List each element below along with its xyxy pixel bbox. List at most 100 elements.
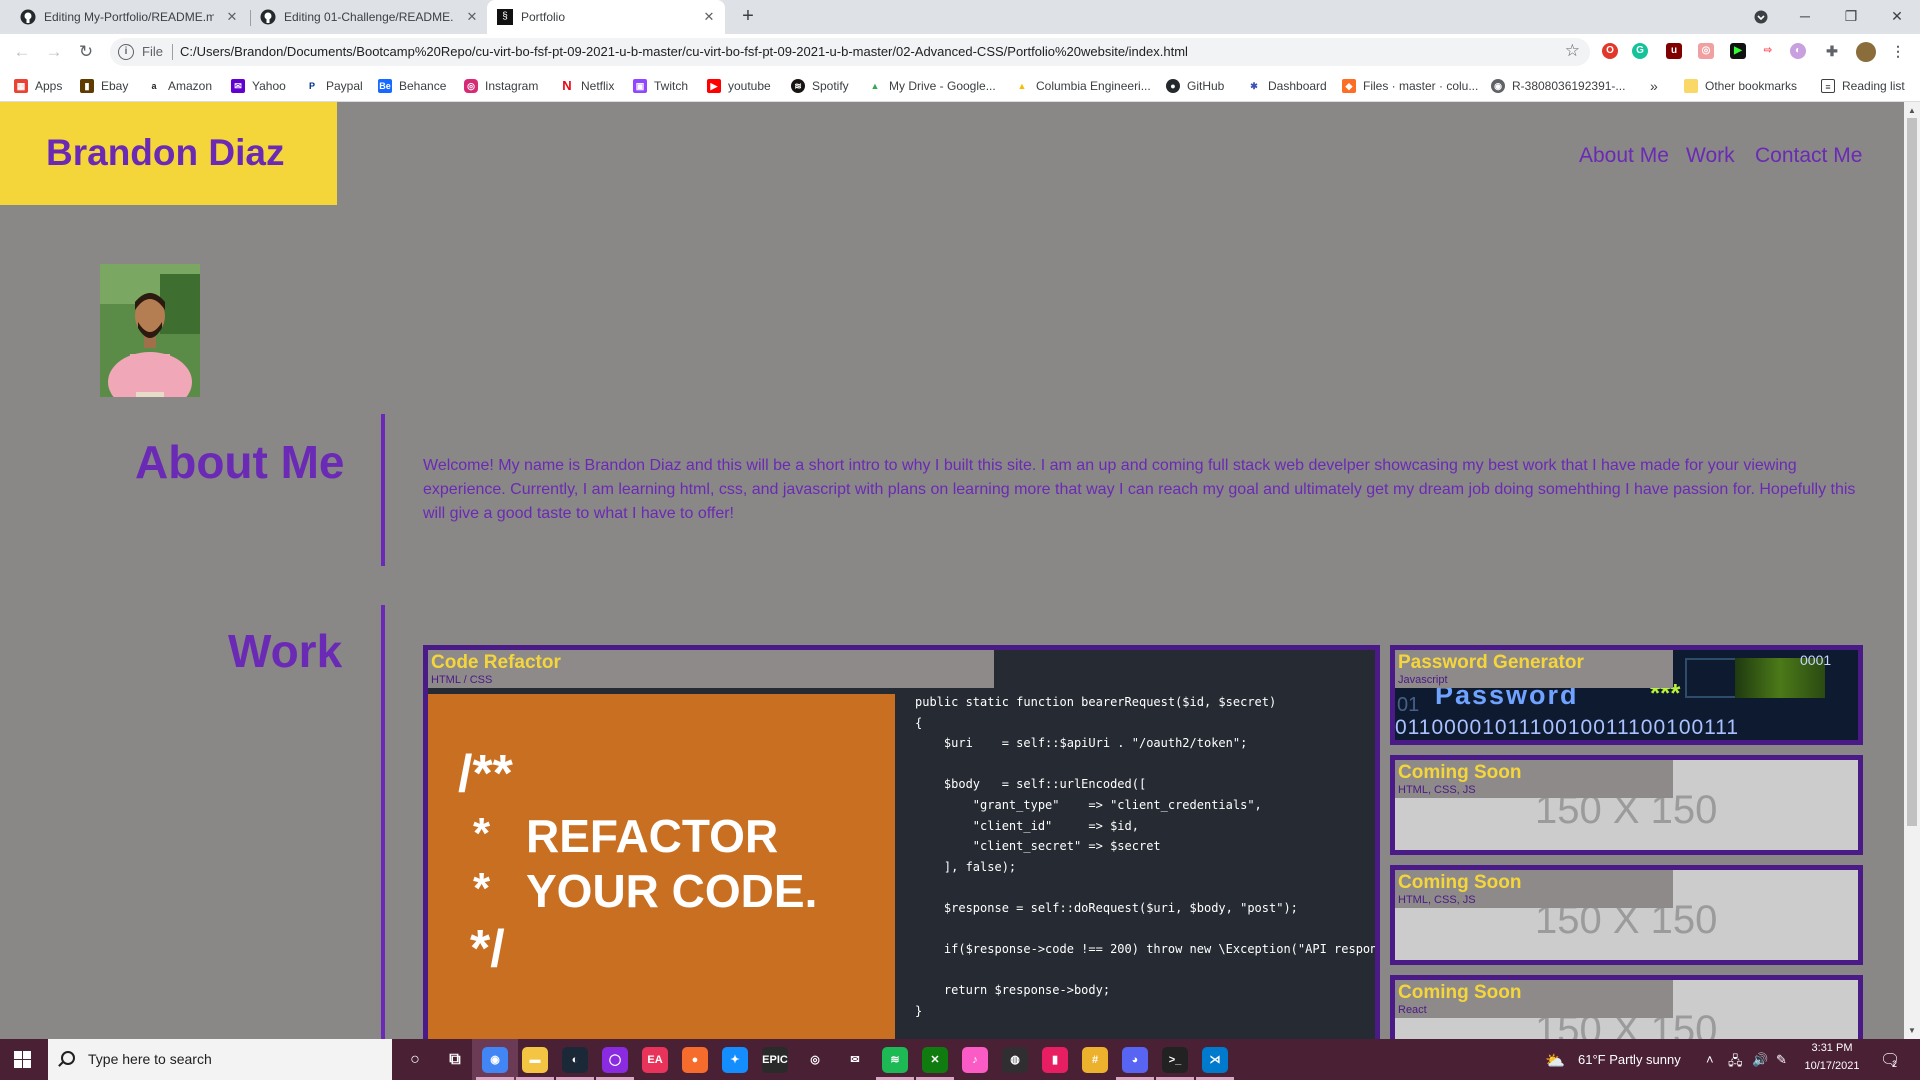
yahoo-icon: ✉ bbox=[231, 79, 245, 93]
card-caption: Coming Soon HTML, CSS, JS bbox=[1395, 760, 1673, 798]
extension-icon[interactable]: ◐ bbox=[1790, 43, 1806, 59]
ublock-extension-icon[interactable]: u bbox=[1666, 43, 1682, 59]
restore-button[interactable]: ❐ bbox=[1828, 0, 1874, 34]
task-view-icon[interactable]: ⧉ bbox=[442, 1047, 468, 1073]
close-icon[interactable]: ✕ bbox=[224, 9, 240, 25]
bookmark-dashboard[interactable]: ✱ Dashboard bbox=[1247, 78, 1327, 94]
bookmark-instagram[interactable]: ◎ Instagram bbox=[464, 78, 538, 94]
cast-extension-icon[interactable]: ⇨ bbox=[1760, 43, 1776, 59]
tab-search-button[interactable] bbox=[1738, 0, 1784, 34]
bookmark-ebay[interactable]: ▮ Ebay bbox=[80, 78, 128, 94]
url-text[interactable]: C:/Users/Brandon/Documents/Bootcamp%20Re… bbox=[180, 44, 1188, 59]
app-ring-icon[interactable]: ◯ bbox=[602, 1047, 628, 1073]
cortana-icon[interactable]: ○ bbox=[402, 1047, 428, 1073]
card-subtitle: Javascript bbox=[1398, 674, 1448, 686]
itunes-icon[interactable]: ♪ bbox=[962, 1047, 988, 1073]
chevron-up-icon[interactable]: ˄ bbox=[1706, 1052, 1714, 1067]
bookmark-gitlab-files[interactable]: ◆ Files · master · colu... bbox=[1342, 78, 1478, 94]
tab-readme-portfolio[interactable]: Editing My-Portfolio/README.m ✕ bbox=[10, 0, 248, 34]
close-window-button[interactable]: ✕ bbox=[1874, 0, 1920, 34]
bookmark-amazon[interactable]: a Amazon bbox=[147, 78, 212, 94]
page-scrollbar[interactable]: ▲ ▼ bbox=[1904, 102, 1920, 1039]
brand-name[interactable]: Brandon Diaz bbox=[46, 132, 284, 174]
terminal-icon[interactable]: >_ bbox=[1162, 1047, 1188, 1073]
bookmark-spotify[interactable]: ≋ Spotify bbox=[791, 78, 849, 94]
forward-button[interactable]: → bbox=[42, 40, 66, 64]
chrome-menu-icon[interactable]: ⋮ bbox=[1890, 43, 1906, 59]
scroll-down-arrow-icon[interactable]: ▼ bbox=[1908, 1026, 1916, 1035]
bookmark-youtube[interactable]: ▶ youtube bbox=[707, 78, 771, 94]
project-card-coming-soon[interactable]: 150 X 150 Coming Soon HTML, CSS, JS bbox=[1390, 865, 1863, 965]
back-button[interactable]: ← bbox=[10, 40, 34, 64]
steam-icon[interactable]: ◐ bbox=[562, 1047, 588, 1073]
project-card-coming-soon[interactable]: 150 X 150 Coming Soon HTML, CSS, JS bbox=[1390, 755, 1863, 855]
battlenet-icon[interactable]: ✦ bbox=[722, 1047, 748, 1073]
mail-stack-icon[interactable]: ✉ bbox=[842, 1047, 868, 1073]
bookmark-star-icon[interactable]: ☆ bbox=[1565, 41, 1580, 61]
github-icon bbox=[260, 9, 276, 25]
chrome-icon[interactable]: ◉ bbox=[482, 1047, 508, 1073]
other-bookmarks-folder[interactable]: Other bookmarks bbox=[1684, 78, 1797, 94]
spotify-icon[interactable]: ≋ bbox=[882, 1047, 908, 1073]
clock-time[interactable]: 3:31 PM bbox=[1802, 1042, 1862, 1054]
bookmarks-overflow-button[interactable]: » bbox=[1650, 78, 1658, 94]
pen-icon[interactable]: ✎ bbox=[1776, 1052, 1787, 1068]
windows-start-icon[interactable] bbox=[14, 1051, 31, 1068]
shopping-bag-icon: ▮ bbox=[80, 79, 94, 93]
new-tab-button[interactable]: + bbox=[736, 5, 760, 29]
bookmark-columbia[interactable]: ▲ Columbia Engineeri... bbox=[1015, 78, 1151, 94]
taskbar-search[interactable]: Type here to search bbox=[48, 1039, 392, 1080]
close-icon[interactable]: ✕ bbox=[464, 9, 480, 25]
bookmark-paypal[interactable]: P Paypal bbox=[305, 78, 363, 94]
uplay-icon[interactable]: ◎ bbox=[802, 1047, 828, 1073]
origin-icon[interactable]: ● bbox=[682, 1047, 708, 1073]
file-explorer-icon[interactable]: ▬ bbox=[522, 1047, 548, 1073]
project-card-code-refactor[interactable]: /** * REFACTOR * YOUR CODE. */ public st… bbox=[423, 645, 1380, 1039]
bookmark-my-drive[interactable]: ▲ My Drive - Google... bbox=[868, 78, 996, 94]
bookmark-github[interactable]: ● GitHub bbox=[1166, 78, 1224, 94]
project-card-password-generator[interactable]: Password *** 0001 01 0110000101110010011… bbox=[1390, 645, 1863, 745]
vscode-icon[interactable]: ⋊ bbox=[1202, 1047, 1228, 1073]
close-icon[interactable]: ✕ bbox=[701, 9, 717, 25]
minimize-button[interactable]: ─ bbox=[1782, 0, 1828, 34]
extensions-puzzle-icon[interactable]: ✚ bbox=[1824, 43, 1840, 59]
bookmark-app-icon[interactable]: ▮ bbox=[1042, 1047, 1068, 1073]
extension-icon[interactable]: ◎ bbox=[1698, 43, 1714, 59]
profile-avatar[interactable] bbox=[1856, 42, 1876, 62]
scroll-up-arrow-icon[interactable]: ▲ bbox=[1908, 106, 1916, 115]
bookmark-apps[interactable]: ▦ Apps bbox=[14, 78, 62, 94]
nav-work[interactable]: Work bbox=[1686, 144, 1735, 168]
volume-icon[interactable]: 🔊 bbox=[1752, 1052, 1768, 1068]
tab-readme-challenge[interactable]: Editing 01-Challenge/README.m ✕ bbox=[250, 0, 488, 34]
bookmark-twitch[interactable]: ▣ Twitch bbox=[633, 78, 688, 94]
grammarly-extension-icon[interactable]: G bbox=[1632, 43, 1648, 59]
code-line: { bbox=[915, 715, 923, 730]
epic-games-icon[interactable]: EPIC bbox=[762, 1047, 788, 1073]
address-bar[interactable]: i File C:/Users/Brandon/Documents/Bootca… bbox=[110, 38, 1590, 66]
weather-text[interactable]: 61°F Partly sunny bbox=[1578, 1052, 1681, 1067]
obs-icon[interactable]: ◍ bbox=[1002, 1047, 1028, 1073]
bookmark-yahoo[interactable]: ✉ Yahoo bbox=[231, 78, 286, 94]
clock-date[interactable]: 10/17/2021 bbox=[1802, 1060, 1862, 1072]
ea-icon[interactable]: EA bbox=[642, 1047, 668, 1073]
bookmark-netflix[interactable]: N Netflix bbox=[560, 78, 614, 94]
reload-button[interactable]: ↻ bbox=[74, 40, 98, 64]
notification-icon[interactable]: 🗨 bbox=[1880, 1050, 1900, 1070]
info-icon[interactable]: i bbox=[118, 44, 134, 60]
nav-about-me[interactable]: About Me bbox=[1579, 144, 1669, 168]
reading-list-button[interactable]: ≡ Reading list bbox=[1821, 78, 1905, 94]
bookmark-r-link[interactable]: ◉ R-3808036192391-... bbox=[1491, 78, 1625, 94]
tab-portfolio[interactable]: § Portfolio ✕ bbox=[487, 0, 725, 34]
project-card-coming-soon[interactable]: 150 X 150 Coming Soon React bbox=[1390, 975, 1863, 1039]
network-icon[interactable]: 🖧 bbox=[1728, 1052, 1743, 1074]
opera-extension-icon[interactable]: O bbox=[1602, 43, 1618, 59]
discord-icon[interactable]: ◕ bbox=[1122, 1047, 1148, 1073]
nav-contact-me[interactable]: Contact Me bbox=[1755, 144, 1862, 168]
bookmark-behance[interactable]: Be Behance bbox=[378, 78, 446, 94]
scroll-thumb[interactable] bbox=[1907, 118, 1917, 826]
xbox-icon[interactable]: ✕ bbox=[922, 1047, 948, 1073]
weather-icon[interactable]: ⛅ bbox=[1545, 1051, 1565, 1071]
slack-icon[interactable]: # bbox=[1082, 1047, 1108, 1073]
card-subtitle: React bbox=[1398, 1004, 1427, 1016]
terminal-extension-icon[interactable]: ▶ bbox=[1730, 43, 1746, 59]
